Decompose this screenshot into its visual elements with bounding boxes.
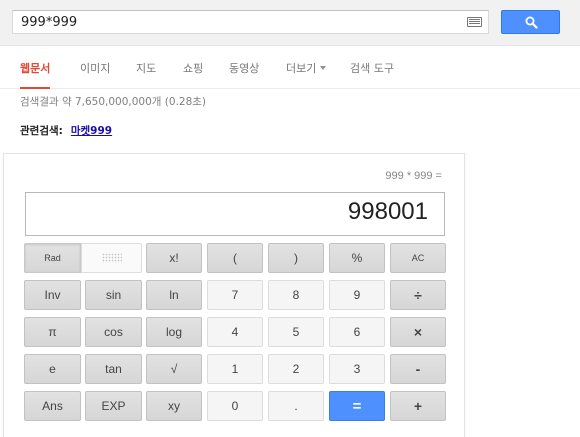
decimal-button[interactable]: . — [268, 391, 324, 421]
zero-button[interactable]: 0 — [207, 391, 263, 421]
exp-button[interactable]: EXP — [85, 391, 142, 421]
pi-button[interactable]: π — [24, 317, 81, 347]
percent-button[interactable]: % — [329, 243, 385, 273]
tab-more-label: 더보기 — [286, 62, 317, 75]
ans-button[interactable]: Ans — [24, 391, 81, 421]
rad-button[interactable]: Rad — [24, 243, 81, 273]
calc-expression: 999 * 999 = — [385, 170, 442, 182]
e-button[interactable]: e — [24, 354, 81, 384]
search-icon — [525, 16, 538, 29]
two-button[interactable]: 2 — [268, 354, 324, 384]
minus-button[interactable]: - — [390, 354, 446, 384]
log-button[interactable]: log — [146, 317, 202, 347]
tab-search-tools[interactable]: 검색 도구 — [350, 46, 394, 89]
seven-button[interactable]: 7 — [207, 280, 263, 310]
sqrt-button[interactable]: √ — [146, 354, 202, 384]
equals-button[interactable]: = — [329, 391, 385, 421]
tab-images[interactable]: 이미지 — [80, 46, 110, 89]
calc-display: 998001 — [25, 192, 445, 236]
tab-maps[interactable]: 지도 — [136, 46, 156, 89]
search-button[interactable] — [501, 10, 560, 34]
search-header — [0, 0, 580, 46]
search-box — [12, 10, 489, 34]
tab-web[interactable]: 웹문서 — [20, 46, 51, 89]
search-input[interactable] — [21, 11, 461, 33]
result-stats: 검색결과 약 7,650,000,000개 (0.28초) — [20, 96, 207, 108]
keyboard-icon[interactable] — [467, 17, 482, 27]
divide-button[interactable]: ÷ — [390, 280, 446, 310]
all-clear-button[interactable]: AC — [390, 243, 446, 273]
multiply-button[interactable]: × — [390, 317, 446, 347]
tab-videos[interactable]: 동영상 — [229, 46, 259, 89]
four-button[interactable]: 4 — [207, 317, 263, 347]
tab-shopping[interactable]: 쇼핑 — [183, 46, 203, 89]
nine-button[interactable]: 9 — [329, 280, 385, 310]
deg-pattern — [101, 253, 122, 263]
caret-down-icon — [320, 66, 327, 70]
three-button[interactable]: 3 — [329, 354, 385, 384]
right-paren-button[interactable]: ) — [268, 243, 324, 273]
left-paren-button[interactable]: ( — [207, 243, 263, 273]
tan-button[interactable]: tan — [85, 354, 142, 384]
inv-button[interactable]: Inv — [24, 280, 81, 310]
ln-button[interactable]: ln — [146, 280, 202, 310]
factorial-button[interactable]: x! — [146, 243, 202, 273]
calculator-card: 999 * 999 = 998001 Rad x! ( ) % AC Inv s… — [3, 153, 465, 437]
calc-result: 998001 — [347, 198, 428, 225]
related-searches: 관련검색: 마켓999 — [20, 123, 112, 138]
related-label: 관련검색: — [20, 125, 63, 137]
six-button[interactable]: 6 — [329, 317, 385, 347]
one-button[interactable]: 1 — [207, 354, 263, 384]
related-link[interactable]: 마켓999 — [71, 125, 112, 137]
tab-more[interactable]: 더보기 — [286, 46, 327, 89]
cos-button[interactable]: cos — [85, 317, 142, 347]
deg-button[interactable] — [81, 243, 142, 273]
search-tabs: 웹문서 이미지 지도 쇼핑 동영상 더보기 검색 도구 — [0, 46, 580, 89]
power-button[interactable]: xy — [146, 391, 202, 421]
plus-button[interactable]: + — [390, 391, 446, 421]
five-button[interactable]: 5 — [268, 317, 324, 347]
sin-button[interactable]: sin — [85, 280, 142, 310]
eight-button[interactable]: 8 — [268, 280, 324, 310]
